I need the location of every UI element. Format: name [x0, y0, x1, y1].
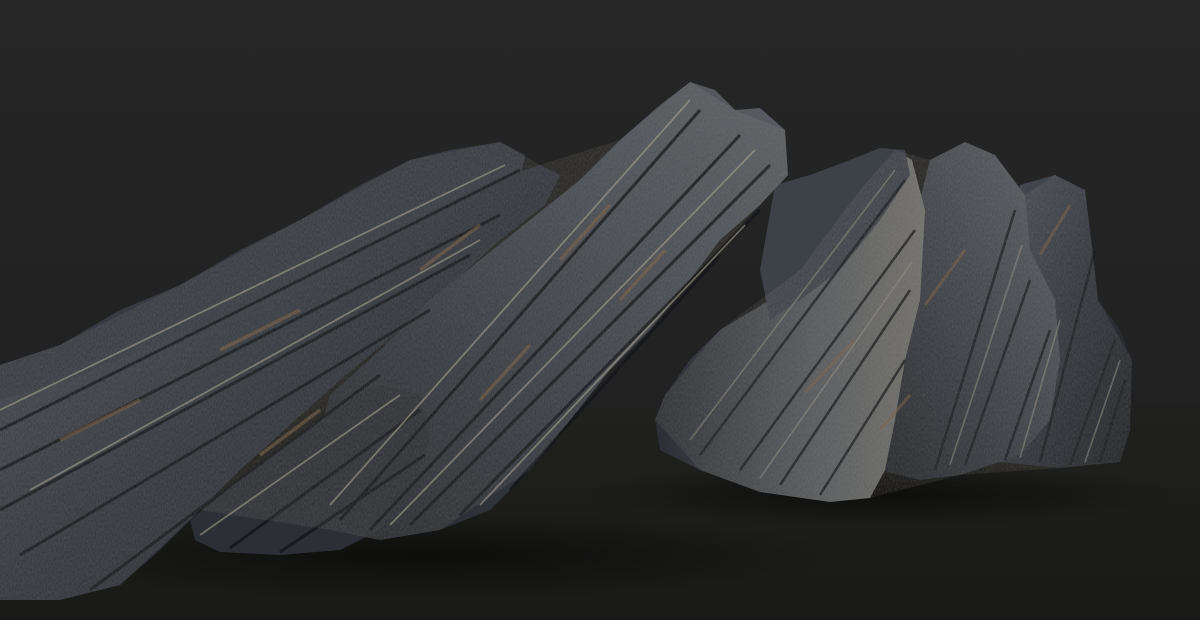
rock-render — [0, 0, 1200, 620]
render-viewport — [0, 0, 1200, 620]
